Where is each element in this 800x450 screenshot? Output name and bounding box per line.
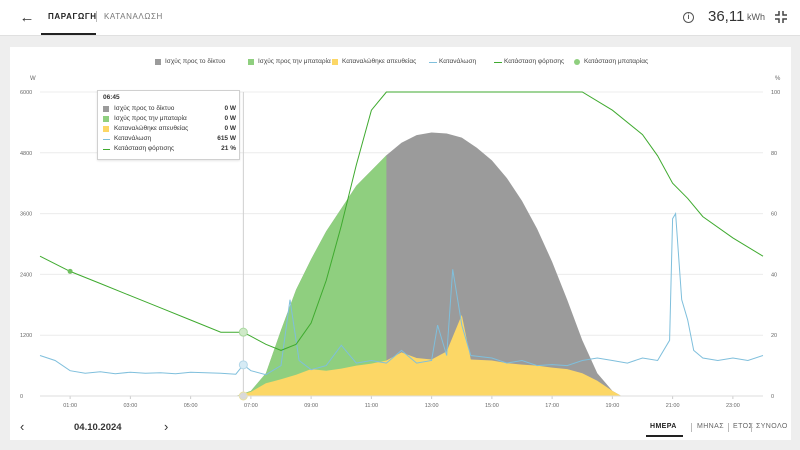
fullscreen-exit-icon: [775, 11, 787, 23]
tooltip-row-consumption: Κατανάλωση 615 W: [103, 135, 236, 143]
legend-label: Ισχύς προς την μπαταρία: [258, 58, 331, 65]
tooltip-label: Κατανάλωση: [114, 135, 152, 142]
tooltip-label: Ισχύς προς το δίκτυο: [114, 105, 175, 112]
arrow-left-icon: ←: [19, 9, 35, 26]
y-right-tick-label: 60: [771, 212, 777, 218]
x-tick-label: 15:00: [485, 403, 499, 409]
x-tick-label: 03:00: [123, 403, 137, 409]
legend-label: Κατάσταση φόρτισης: [504, 58, 565, 65]
tooltip-value: 0 W: [224, 115, 236, 122]
period-total[interactable]: ΣΥΝΟΛΟ: [756, 423, 788, 430]
x-tick-label: 23:00: [726, 403, 740, 409]
x-tick-label: 17:00: [545, 403, 559, 409]
tooltip-value: 21 %: [221, 145, 236, 152]
tab-consumption[interactable]: ΚΑΤΑΝΑΛΩΣΗ: [104, 12, 163, 21]
legend-label: Κατανάλωση: [439, 58, 477, 65]
tooltip-label: Κατάσταση φόρτισης: [114, 145, 175, 152]
top-bar: ← ΠΑΡΑΓΩΓΗ ΚΑΤΑΝΑΛΩΣΗ i 36,11 kWh: [0, 0, 800, 36]
y-right-unit: %: [775, 76, 781, 82]
tooltip-value: 615 W: [217, 135, 236, 142]
period-separator: [728, 423, 729, 432]
tooltip-row-soc: Κατάσταση φόρτισης 21 %: [103, 145, 236, 153]
y-left-tick-label: 1200: [20, 333, 32, 339]
x-tick-label: 21:00: [666, 403, 680, 409]
chart-tooltip: 06:45 Ισχύς προς το δίκτυο 0 W Ισχύς προς…: [97, 90, 240, 160]
tooltip-row-grid: Ισχύς προς το δίκτυο 0 W: [103, 105, 236, 113]
legend-swatch: [332, 59, 338, 65]
y-right-tick-label: 0: [771, 394, 774, 400]
legend-label: Κατάσταση μπαταρίας: [584, 58, 649, 65]
collapse-button[interactable]: [774, 10, 788, 24]
back-button[interactable]: ←: [18, 9, 36, 27]
tooltip-time: 06:45: [103, 94, 120, 101]
x-tick-label: 13:00: [425, 403, 439, 409]
tooltip-label: Ισχύς προς την μπαταρία: [114, 115, 187, 122]
legend-swatch: [494, 61, 502, 63]
total-energy-value: 36,11: [708, 8, 745, 25]
x-tick-label: 07:00: [244, 403, 258, 409]
period-separator: [691, 423, 692, 432]
tooltip-label: Καταναλώθηκε απευθείας: [114, 125, 189, 132]
y-left-tick-label: 0: [20, 394, 23, 400]
y-left-tick-label: 4800: [20, 151, 32, 157]
chevron-right-icon: ›: [164, 419, 169, 434]
battery-charge-area: [235, 155, 387, 396]
period-day[interactable]: ΗΜΕΡΑ: [650, 423, 677, 430]
cursor-marker-soc: [238, 327, 248, 337]
next-day-button[interactable]: ›: [164, 420, 176, 434]
tooltip-value: 0 W: [224, 105, 236, 112]
legend-swatch: [574, 59, 580, 65]
selected-date: 04.10.2024: [74, 422, 122, 433]
y-right-tick-label: 100: [771, 90, 780, 96]
tab-production[interactable]: ΠΑΡΑΓΩΓΗ: [48, 12, 97, 21]
active-period-indicator: [646, 435, 683, 437]
tooltip-row-direct: Καταναλώθηκε απευθείας 0 W: [103, 125, 236, 133]
legend-label: Ισχύς προς το δίκτυο: [165, 58, 226, 65]
y-left-tick-label: 3600: [20, 212, 32, 218]
info-circle-icon: i: [687, 14, 690, 21]
y-left-unit: W: [30, 76, 36, 82]
active-tab-indicator: [41, 33, 96, 35]
tab-separator: [96, 11, 97, 22]
x-tick-label: 11:00: [365, 403, 378, 409]
cursor-marker-consumption: [238, 360, 248, 370]
info-button[interactable]: i: [683, 12, 694, 23]
legend-label: Καταναλώθηκε απευθείας: [342, 58, 417, 65]
legend-swatch: [248, 59, 254, 65]
tooltip-row-battery: Ισχύς προς την μπαταρία 0 W: [103, 115, 236, 123]
tooltip-value: 0 W: [224, 125, 236, 132]
x-tick-label: 05:00: [184, 403, 198, 409]
legend-swatch: [155, 59, 161, 65]
x-tick-label: 01:00: [63, 403, 77, 409]
x-tick-label: 19:00: [605, 403, 619, 409]
chevron-left-icon: ‹: [20, 419, 25, 434]
y-right-tick-label: 80: [771, 151, 777, 157]
y-left-tick-label: 2400: [20, 272, 32, 278]
period-month[interactable]: ΜΗΝΑΣ: [697, 423, 724, 430]
previous-day-button[interactable]: ‹: [20, 420, 32, 434]
period-separator: [751, 423, 752, 432]
legend-swatch: [429, 61, 437, 63]
x-tick-label: 09:00: [304, 403, 318, 409]
y-right-tick-label: 40: [771, 272, 777, 278]
y-left-tick-label: 6000: [20, 90, 32, 96]
total-energy-unit: kWh: [747, 12, 765, 22]
bottom-bar: ‹ 04.10.2024 › ΗΜΕΡΑ ΜΗΝΑΣ ΕΤΟΣ ΣΥΝΟΛΟ: [10, 414, 791, 440]
battery-state-marker: [67, 268, 73, 274]
y-right-tick-label: 20: [771, 333, 777, 339]
